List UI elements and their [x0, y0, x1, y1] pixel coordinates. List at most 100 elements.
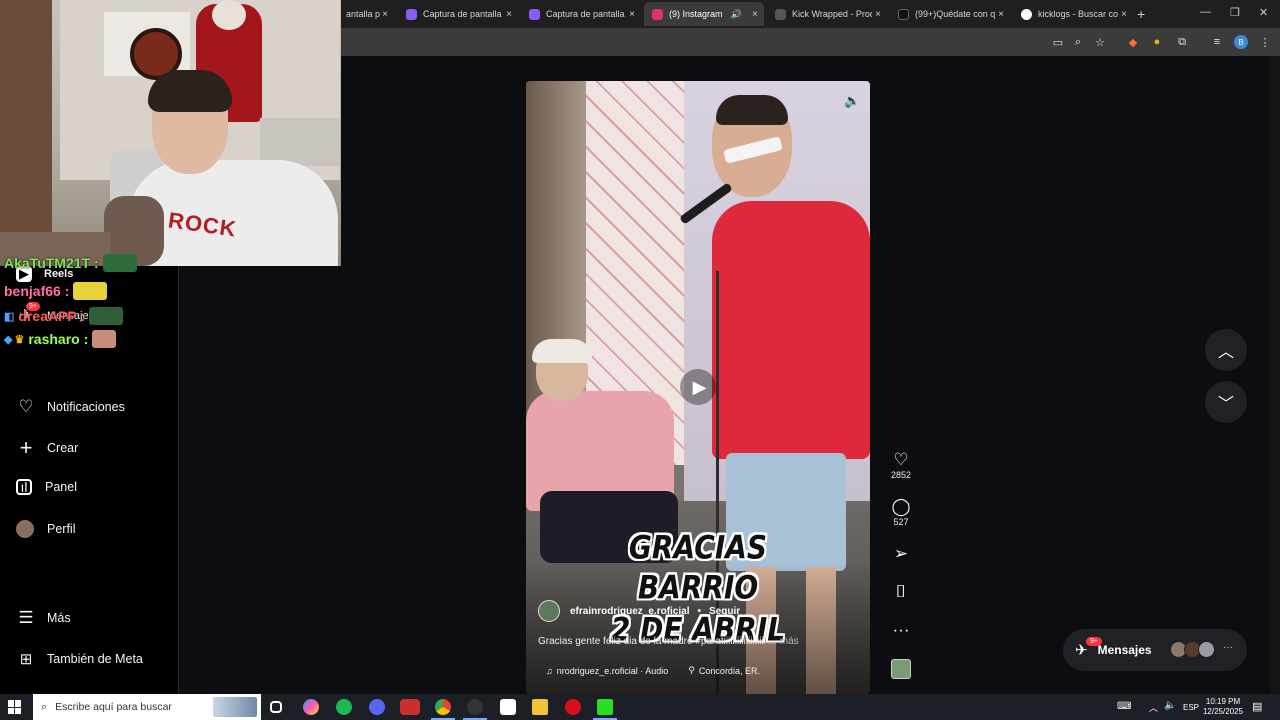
tab-favicon-icon — [775, 8, 786, 20]
chat-username: dreaAPP — [18, 308, 77, 324]
more-options-button[interactable]: ··· — [889, 620, 913, 640]
sidebar-item-crear[interactable]: + Crear — [16, 435, 79, 460]
sidebar-item-label: Notificaciones — [47, 400, 125, 414]
play-icon[interactable]: ▶ — [680, 369, 716, 405]
reel-video[interactable]: GRACIAS BARRIO 2 DE ABRIL 🔈 ▶ efrainrodr… — [526, 81, 870, 694]
chat-emote — [102, 254, 137, 272]
conversation-avatars — [1170, 641, 1215, 658]
menu-icon: ☰ — [18, 608, 34, 627]
tab-title: (99+)Quédate con q — [915, 9, 995, 19]
app-icon[interactable] — [400, 699, 420, 715]
chevron-down-icon: ﹀ — [1217, 396, 1234, 413]
tab-captura-1[interactable]: antalla p × — [338, 2, 394, 26]
location-pin-icon: ⚲ — [688, 665, 695, 675]
profile-avatar[interactable]: B — [1234, 35, 1248, 49]
taskbar-clock[interactable]: 10:19 PM 12/25/2025 — [1200, 697, 1246, 717]
obs-icon[interactable] — [463, 699, 487, 720]
like-button[interactable]: ♡ 2852 — [889, 450, 913, 480]
reel-caption-text: Gracias gente feliz dia de la madre #par… — [538, 636, 766, 647]
tab-close-icon[interactable]: × — [998, 9, 1004, 20]
chat-username: benjaf66 — [4, 283, 61, 299]
media-controls-icon[interactable]: ≡ — [1209, 34, 1225, 50]
tab-close-icon[interactable]: × — [1121, 9, 1127, 20]
webcam-overlay: ROCK — [0, 0, 341, 266]
reel-location-link[interactable]: Concordia, ER. — [699, 666, 760, 676]
tray-chevron-icon[interactable]: ︿ — [1149, 701, 1158, 714]
share-button[interactable]: ➢ — [889, 544, 913, 564]
extension-icon[interactable]: ● — [1149, 34, 1165, 50]
sidebar-item-tambien-de-meta[interactable]: ⊞ También de Meta — [16, 649, 143, 669]
tab-instagram[interactable]: (9) Instagram 🔊 × — [644, 2, 764, 26]
tab-close-icon[interactable]: × — [382, 9, 388, 20]
meta-apps-icon: ⊞ — [19, 651, 33, 668]
webcam-door — [0, 0, 52, 240]
chevron-up-icon: ︿ — [1217, 344, 1234, 361]
like-count: 2852 — [890, 470, 912, 480]
tab-close-icon[interactable]: × — [752, 9, 758, 20]
tab-close-icon[interactable]: × — [875, 9, 881, 20]
caption-more-link[interactable]: ... más — [769, 636, 799, 647]
restore-icon[interactable]: ❐ — [1230, 6, 1240, 19]
bookmark-star-icon[interactable]: ☆ — [1092, 34, 1108, 50]
opera-icon[interactable] — [565, 699, 581, 715]
browser-menu-icon[interactable]: ⋮ — [1257, 34, 1273, 50]
tab-kicklogs[interactable]: kicklogs - Buscar con × — [1013, 2, 1133, 26]
capcut-icon[interactable] — [500, 699, 516, 715]
volume-icon[interactable]: 🔈 — [1164, 700, 1176, 711]
save-button[interactable]: ⌷ — [889, 582, 913, 602]
tab-kick-wrapped[interactable]: Kick Wrapped - Proc × — [767, 2, 887, 26]
extensions-puzzle-icon[interactable]: ⧉ — [1174, 34, 1190, 50]
messages-pill[interactable]: ✈ 9+ Mensajes ··· — [1063, 629, 1247, 671]
tab-favicon-icon — [529, 8, 540, 20]
file-explorer-icon[interactable] — [532, 699, 548, 715]
taskbar-search-input[interactable]: ⌕ Escribe aquí para buscar — [33, 694, 261, 720]
minimize-icon[interactable]: — — [1200, 6, 1211, 18]
chrome-icon[interactable] — [431, 699, 455, 720]
chat-separator: : — [83, 331, 89, 347]
keyboard-icon[interactable]: ⌨ — [1117, 701, 1131, 712]
cast-icon[interactable]: ▭ — [1050, 34, 1066, 50]
tab-audio-icon[interactable]: 🔊 — [731, 9, 742, 20]
tab-tiktok[interactable]: (99+)Quédate con q × — [890, 2, 1010, 26]
follow-button[interactable]: Seguir — [709, 606, 740, 617]
reel-author-username[interactable]: efrainrodriguez_e.roficial — [570, 606, 689, 617]
sidebar-item-label: Perfil — [47, 522, 76, 536]
profile-avatar — [16, 520, 34, 538]
reel-author-avatar[interactable] — [538, 600, 560, 622]
discord-icon[interactable] — [369, 699, 385, 715]
chat-emote — [89, 307, 124, 325]
sidebar-item-label: Crear — [47, 441, 79, 455]
reel-audio-link[interactable]: nrodriguez_e.roficial · Audio — [557, 666, 669, 676]
audio-thumbnail[interactable] — [891, 659, 911, 679]
language-indicator[interactable]: ESP — [1183, 703, 1199, 712]
chat-emote — [92, 330, 117, 348]
spotify-icon[interactable] — [336, 699, 352, 715]
sidebar-item-mas[interactable]: ☰ Más — [16, 608, 70, 628]
chat-line: ◧ dreaAPP : — [4, 307, 124, 325]
windows-start-button[interactable] — [8, 700, 22, 714]
tab-captura-3[interactable]: Captura de pantalla p × — [521, 2, 641, 26]
webcam-shelf — [260, 118, 340, 166]
close-window-icon[interactable]: ✕ — [1259, 6, 1268, 19]
sidebar-item-panel[interactable]: ıl Panel — [16, 479, 77, 495]
task-view-icon[interactable] — [270, 701, 282, 713]
chat-line: benjaf66 : — [4, 282, 108, 300]
mute-icon[interactable]: 🔈 — [844, 93, 860, 109]
previous-reel-button[interactable]: ︿ — [1205, 329, 1247, 371]
tab-close-icon[interactable]: × — [629, 9, 635, 20]
page-scrollbar[interactable] — [1270, 56, 1280, 694]
new-tab-button[interactable]: + — [1137, 6, 1145, 22]
kick-icon[interactable] — [593, 699, 617, 720]
comment-button[interactable]: ◯ 527 — [889, 497, 913, 527]
zoom-icon[interactable]: ⌕ — [1070, 34, 1086, 50]
webcam-streamer-hair — [148, 70, 232, 112]
avatar — [1198, 641, 1215, 658]
tab-close-icon[interactable]: × — [506, 9, 512, 20]
next-reel-button[interactable]: ﹀ — [1205, 381, 1247, 423]
sidebar-item-perfil[interactable]: Perfil — [16, 520, 75, 538]
copilot-icon[interactable] — [303, 699, 319, 715]
extension-icon[interactable]: ◆ — [1125, 34, 1141, 50]
sidebar-item-notificaciones[interactable]: ♡ Notificaciones — [16, 397, 125, 417]
notifications-icon[interactable]: ▤ — [1252, 700, 1262, 713]
tab-captura-2[interactable]: Captura de pantalla p × — [398, 2, 518, 26]
